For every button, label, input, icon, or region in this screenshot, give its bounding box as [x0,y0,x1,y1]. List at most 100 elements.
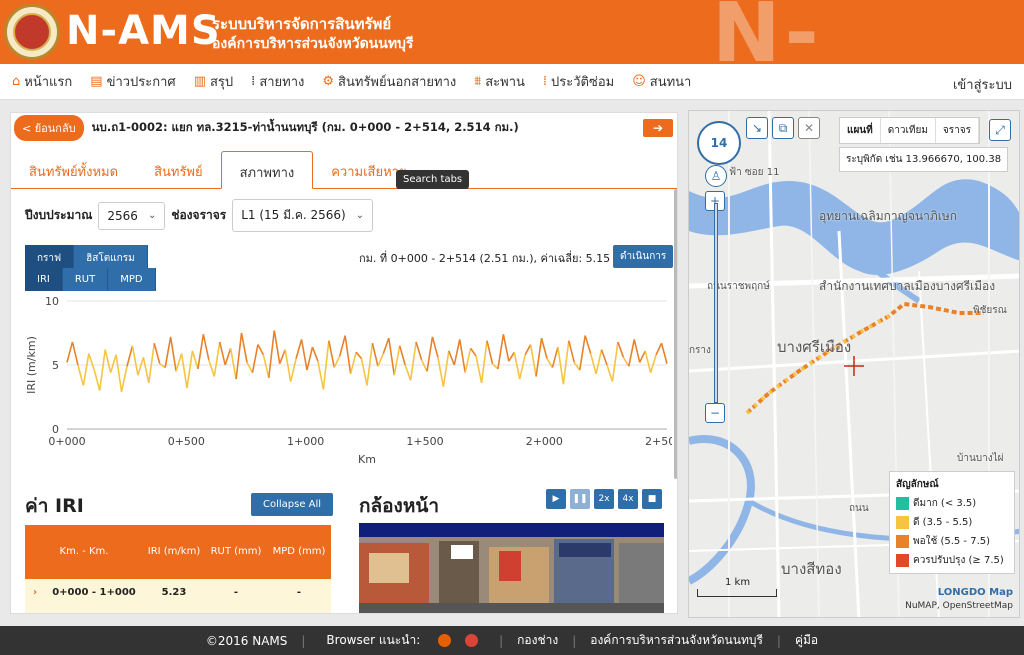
back-button[interactable]: < ย้อนกลับ [14,115,84,141]
iri-line-segment [639,350,646,363]
iri-line-segment [611,341,619,382]
iri-line-segment [398,345,406,366]
nav-repair-history[interactable]: ⁞ ประวัติซ่อม [543,71,614,92]
iri-line-segment [633,339,641,363]
iri-line-segment [246,362,254,374]
bridge-icon: ⩩ [474,74,482,89]
iri-line-segment [311,346,319,362]
play-button[interactable]: ▶ [546,489,566,509]
firefox-icon[interactable] [438,634,452,647]
iri-line-segment [371,343,379,367]
chrome-icon[interactable] [465,634,479,647]
street-view-icon[interactable]: ♙ [705,165,727,187]
speed-4x-button[interactable]: 4x [618,489,638,509]
iri-line-segment [475,355,483,384]
y-axis-label: IRI (m/km) [25,336,38,394]
map-label: พิชัยรณ [973,305,1007,316]
iri-line-segment [426,336,434,372]
iri-line-segment [126,345,134,367]
iri-line-segment [344,335,352,375]
route-bar: < ย้อนกลับ นบ.ถ1-0002: แยก ทล.3215-ท่าน้… [11,113,677,143]
zoom-out-button[interactable]: − [705,403,725,423]
copyright: ©2016 NAMS [205,633,288,648]
table-row[interactable]: › 0+000 - 1+000 5.23 - - [25,579,331,613]
nav-home[interactable]: ⌂ หน้าแรก [12,71,72,92]
tab-all-assets[interactable]: สินทรัพย์ทั้งหมด [11,151,136,188]
lane-select[interactable]: L1 (15 มี.ค. 2566) ⌄ [232,199,374,232]
chat-icon: ☺ [632,74,646,89]
iri-chart: 05100+0000+5001+0001+5002+0002+500KmIRI … [25,295,672,466]
map-label: บ้านบางไผ่ [957,453,1004,464]
measure-icon[interactable]: ↘ [746,117,768,139]
iri-line-segment [208,359,216,377]
map-label: ฟ้า ซอย 11 [729,167,780,178]
iri-line-segment [600,349,608,366]
iri-line-segment [415,341,423,361]
clear-icon[interactable]: ✕ [798,117,820,139]
mpd-button[interactable]: MPD [108,268,156,291]
tab-assets[interactable]: สินทรัพย์ [136,151,221,188]
footer-link-manual[interactable]: คู่มือ [795,631,818,650]
iri-line-segment [224,348,232,366]
iri-line-segment [628,339,636,367]
iri-line-segment [420,359,428,372]
iri-line-segment [655,342,663,356]
footer-link-engineering[interactable]: กองช่าง [517,631,558,650]
iri-line-segment [513,352,521,380]
y-tick-label: 10 [45,295,59,308]
iri-line-segment [257,344,265,356]
iri-line-segment [360,358,368,386]
nav-chat[interactable]: ☺ สนทนา [632,71,691,92]
chevron-down-icon: ⌄ [355,210,365,221]
iri-button[interactable]: IRI [25,268,63,291]
iri-line-segment [486,340,494,364]
iri-line-segment [518,354,526,380]
zoom-slider[interactable] [714,203,718,403]
map-label: บางศรีเมือง [777,338,852,356]
login-link[interactable]: เข้าสู่ระบบ [953,74,1012,95]
fullscreen-icon[interactable]: ⤢ [989,119,1011,141]
news-icon: ▤ [90,74,103,89]
pause-button[interactable]: ❚❚ [570,489,590,509]
zoom-level-control[interactable]: 14 [697,121,741,165]
collapse-all-button[interactable]: Collapse All [251,493,334,516]
forward-button[interactable]: ➔ [643,119,673,137]
iri-line-segment [338,335,346,357]
iri-line-segment [524,344,532,356]
iri-line-segment [366,343,374,386]
nav-offroad-assets[interactable]: ⚙ สินทรัพย์นอกสายทาง [322,71,456,92]
run-button[interactable]: ดำเนินการ [613,245,674,268]
tab-map[interactable]: แผนที่ [840,118,881,143]
tab-traffic[interactable]: จราจร [936,118,979,143]
iri-line-segment [393,345,401,376]
iri-line-segment [289,358,297,382]
nav-road[interactable]: ⁞ สายทาง [251,71,304,92]
brand-name: N-AMS [66,8,221,54]
panel-scrollbar[interactable] [674,189,677,479]
tab-satellite[interactable]: ดาวเทียม [881,118,936,143]
iri-line-segment [262,354,270,378]
expand-chevron-icon[interactable]: › [25,587,45,598]
iri-line-segment [377,353,385,367]
route-title: นบ.ถ1-0002: แยก ทล.3215-ท่าน้ำนนทบุรี (ก… [91,120,519,134]
nav-bridge[interactable]: ⩩ สะพาน [474,71,525,92]
iri-line-segment [148,343,156,384]
rut-button[interactable]: RUT [62,268,109,291]
footer: ©2016 NAMS | Browser แนะนำ: | กองช่าง | … [0,626,1024,655]
speed-2x-button[interactable]: 2x [594,489,614,509]
layer-icon[interactable]: ⧉ [772,117,794,139]
map-panel[interactable]: อุทยานเฉลิมกาญจนาภิเษก สำนักงานเทศบาลเมื… [688,110,1020,618]
coordinate-input[interactable]: ระบุพิกัด เช่น 13.966670, 100.38 [839,147,1009,172]
iri-line-segment [218,341,226,366]
year-select[interactable]: 2566 ⌄ [98,201,166,230]
nav-summary[interactable]: ▥ สรุป [194,71,233,92]
iri-line-segment [382,337,390,354]
iri-line-segment [273,330,281,364]
map-label: บางสีทอง [781,560,842,578]
footer-link-org[interactable]: องค์การบริหารส่วนจังหวัดนนทบุรี [590,631,763,650]
stop-button[interactable]: ■ [642,489,662,509]
iri-line-segment [437,357,445,387]
tab-road-condition[interactable]: สภาพทาง [220,151,314,189]
front-camera-title: กล้องหน้า [359,495,440,517]
nav-news[interactable]: ▤ ข่าวประกาศ [90,71,175,92]
